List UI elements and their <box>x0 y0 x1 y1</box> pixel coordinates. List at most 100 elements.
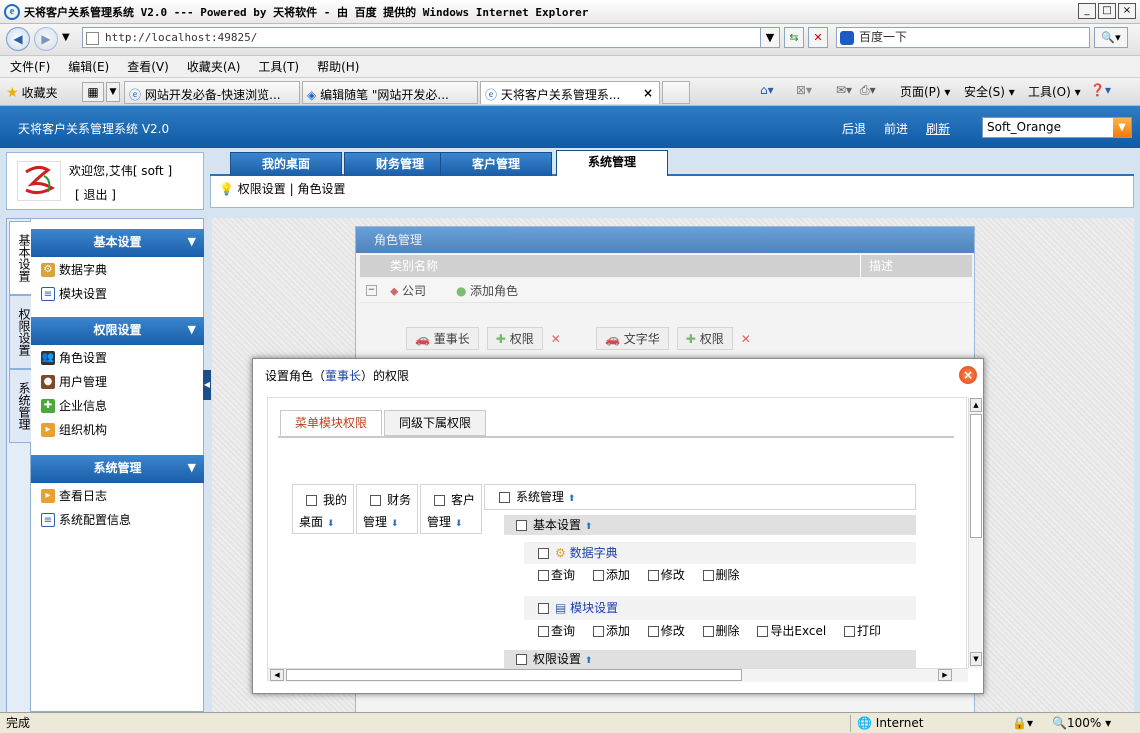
op-export-excel[interactable]: 导出Excel <box>757 622 826 640</box>
tab-my-desktop[interactable]: 我的桌面 <box>230 152 342 176</box>
scroll-down-icon[interactable]: ▼ <box>970 652 982 666</box>
mail-icon[interactable]: ✉▾ <box>836 83 852 97</box>
scroll-thumb-horizontal[interactable] <box>286 669 742 681</box>
op-add[interactable]: 添加 <box>592 566 630 584</box>
vtab-basic[interactable]: 基本设置 <box>9 221 31 295</box>
collapse-tree-icon[interactable]: − <box>366 285 377 296</box>
add-role-link[interactable]: 添加角色 <box>470 279 518 303</box>
role-2-permission-button[interactable]: ✚ 权限 <box>676 327 733 350</box>
sidebar-item-dictionary[interactable]: ⚙ 数据字典 <box>41 259 107 281</box>
arrow-down-icon[interactable]: ⬇ <box>391 519 399 529</box>
tab-system[interactable]: 系统管理 <box>556 150 668 176</box>
checkbox[interactable] <box>433 495 445 506</box>
sidebar-item-user[interactable]: ● 用户管理 <box>41 371 107 393</box>
checkbox[interactable] <box>647 569 659 581</box>
sidebar-item-module[interactable]: ≡ 模块设置 <box>41 283 107 305</box>
address-dropdown-icon[interactable]: ▼ <box>760 27 780 48</box>
tab-customer[interactable]: 客户管理 <box>440 152 552 176</box>
minimize-button[interactable]: _ <box>1078 3 1096 19</box>
vertical-scrollbar[interactable]: ▲ ▼ <box>968 398 982 668</box>
op-edit[interactable]: 修改 <box>647 622 685 640</box>
close-dialog-icon[interactable]: × <box>959 366 977 384</box>
protected-mode-icon[interactable]: 🔒▾ <box>1012 713 1033 733</box>
tab-list-icon[interactable]: ▼ <box>106 82 120 102</box>
sidebar-item-role[interactable]: 👥 角色设置 <box>41 347 107 369</box>
arrow-up-icon[interactable]: ⬆ <box>585 522 593 532</box>
section-system-header[interactable]: 系统管理 ▼ <box>31 455 204 483</box>
close-window-button[interactable]: × <box>1118 3 1136 19</box>
checkbox[interactable] <box>702 569 714 581</box>
vtab-permission[interactable]: 权限设置 <box>9 295 31 369</box>
sidebar-item-company[interactable]: ✚ 企业信息 <box>41 395 107 417</box>
checkbox[interactable] <box>592 569 604 581</box>
arrow-down-icon[interactable]: ⬇ <box>455 519 463 529</box>
theme-select[interactable]: Soft_Orange ▼ <box>982 117 1132 138</box>
checkbox[interactable] <box>757 625 769 637</box>
new-tab-button[interactable] <box>662 81 690 104</box>
op-query[interactable]: 查询 <box>538 566 575 584</box>
arrow-down-icon[interactable]: ⬇ <box>327 519 335 529</box>
checkbox[interactable] <box>538 548 549 559</box>
tab-subordinate-permissions[interactable]: 同级下属权限 <box>384 410 487 436</box>
nav-back-link[interactable]: 后退 <box>842 120 866 137</box>
op-add[interactable]: 添加 <box>592 622 630 640</box>
feeds-icon[interactable]: ⊠▾ <box>796 83 812 97</box>
tools-menu[interactable]: 工具(O) ▾ <box>1028 83 1081 100</box>
delete-icon[interactable]: ✕ <box>741 332 751 346</box>
menu-edit[interactable]: 编辑(E) <box>68 58 109 75</box>
subnav-permission[interactable]: 权限设置 <box>238 182 286 196</box>
checkbox[interactable] <box>702 625 714 637</box>
back-icon[interactable]: ◀ <box>6 27 30 51</box>
sidebar-item-config[interactable]: ≡ 系统配置信息 <box>41 509 131 531</box>
vtab-system[interactable]: 系统管理 <box>9 369 31 443</box>
scroll-left-icon[interactable]: ◀ <box>270 669 284 681</box>
refresh-icon[interactable]: ⇆ <box>784 27 804 48</box>
search-input[interactable]: 百度一下 <box>836 27 1090 48</box>
forward-icon[interactable]: ▶ <box>34 27 58 51</box>
print-icon[interactable]: ⎙▾ <box>860 83 876 98</box>
sidebar-item-logs[interactable]: ▸ 查看日志 <box>41 485 107 507</box>
role-2[interactable]: 🚗 文字华 <box>596 327 669 350</box>
browser-tab-1[interactable]: ⓔ 网站开发必备-快速浏览... <box>124 81 300 104</box>
page-menu[interactable]: 页面(P) ▾ <box>900 83 950 100</box>
sidebar-item-organization[interactable]: ▸ 组织机构 <box>41 419 107 441</box>
tab-menu-permissions[interactable]: 菜单模块权限 <box>280 410 383 436</box>
history-dropdown-icon[interactable]: ▼ <box>62 32 70 43</box>
checkbox[interactable] <box>647 625 659 637</box>
zoom-control[interactable]: 🔍100% ▾ <box>1052 713 1111 733</box>
browser-tab-3[interactable]: ⓔ 天将客户关系管理系... × <box>480 81 660 104</box>
help-icon[interactable]: ❓▾ <box>1090 83 1111 97</box>
collapse-sidebar-handle[interactable]: ◀ <box>203 370 211 400</box>
op-print[interactable]: 打印 <box>844 622 881 640</box>
menu-favorites[interactable]: 收藏夹(A) <box>187 58 241 75</box>
safety-menu[interactable]: 安全(S) ▾ <box>964 83 1015 100</box>
arrow-up-icon[interactable]: ⬆ <box>568 494 576 504</box>
op-delete[interactable]: 删除 <box>702 566 740 584</box>
address-input[interactable]: http://localhost:49825/ <box>82 27 776 48</box>
quick-tabs-icon[interactable]: ▦ <box>82 82 104 102</box>
checkbox[interactable] <box>538 569 549 581</box>
checkbox[interactable] <box>369 495 381 506</box>
section-permission-header[interactable]: 权限设置 ▼ <box>31 317 204 345</box>
checkbox[interactable] <box>499 492 510 503</box>
role-1-permission-button[interactable]: ✚ 权限 <box>486 327 543 350</box>
scroll-up-icon[interactable]: ▲ <box>970 398 982 412</box>
op-delete[interactable]: 删除 <box>702 622 740 640</box>
browser-tab-2[interactable]: ◈ 编辑随笔 "网站开发必... <box>302 81 478 104</box>
collapse-icon[interactable]: ▼ <box>188 455 196 481</box>
menu-tools[interactable]: 工具(T) <box>258 58 299 75</box>
checkbox[interactable] <box>538 625 549 637</box>
checkbox[interactable] <box>592 625 604 637</box>
checkbox[interactable] <box>538 603 549 614</box>
horizontal-scrollbar[interactable]: ◀ ▶ <box>268 668 968 682</box>
delete-icon[interactable]: ✕ <box>551 332 561 346</box>
favorites-button[interactable]: ★ 收藏夹 <box>6 84 58 101</box>
scroll-right-icon[interactable]: ▶ <box>938 669 952 681</box>
subnav-role[interactable]: 角色设置 <box>298 182 346 196</box>
scroll-thumb[interactable] <box>970 414 982 538</box>
search-button[interactable]: 🔍▾ <box>1094 27 1128 48</box>
collapse-icon[interactable]: ▼ <box>188 317 196 343</box>
menu-view[interactable]: 查看(V) <box>127 58 169 75</box>
op-query[interactable]: 查询 <box>538 622 575 640</box>
stop-icon[interactable]: ✕ <box>808 27 828 48</box>
